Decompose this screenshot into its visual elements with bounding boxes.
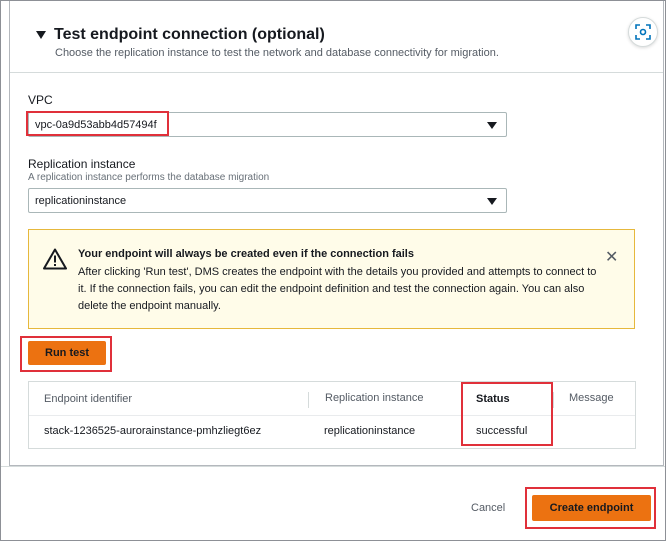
focus-icon bbox=[635, 24, 651, 40]
cell-endpoint-identifier: stack-1236525-aurorainstance-pmhzliegt6e… bbox=[44, 425, 262, 437]
footer-divider bbox=[1, 466, 665, 467]
section-subtitle: Choose the replication instance to test … bbox=[55, 47, 499, 59]
close-icon[interactable]: ✕ bbox=[605, 247, 618, 267]
header-replication-instance: Replication instance bbox=[308, 392, 423, 408]
vpc-label: VPC bbox=[28, 93, 53, 107]
replication-instance-description: A replication instance performs the data… bbox=[28, 172, 270, 183]
alert-body: After clicking 'Run test', DMS creates t… bbox=[78, 266, 597, 312]
dialog-frame: Test endpoint connection (optional) Choo… bbox=[0, 0, 666, 541]
section-title: Test endpoint connection (optional) bbox=[54, 26, 325, 43]
replication-instance-label: Replication instance bbox=[28, 157, 136, 171]
header-message: Message bbox=[553, 392, 614, 408]
replication-instance-select[interactable]: replicationinstance bbox=[28, 188, 507, 213]
run-test-highlight bbox=[20, 336, 112, 372]
create-endpoint-highlight bbox=[525, 487, 656, 529]
cancel-button[interactable]: Cancel bbox=[471, 502, 505, 514]
chevron-down-icon bbox=[487, 122, 497, 129]
alert-title: Your endpoint will always be created eve… bbox=[78, 248, 414, 260]
status-highlight bbox=[461, 382, 553, 446]
header-endpoint-identifier: Endpoint identifier bbox=[44, 393, 133, 405]
focus-button[interactable] bbox=[628, 17, 658, 47]
warning-icon bbox=[43, 248, 67, 270]
section-divider bbox=[10, 72, 663, 73]
cell-replication-instance: replicationinstance bbox=[324, 425, 416, 437]
warning-alert: Your endpoint will always be created eve… bbox=[28, 229, 635, 329]
chevron-down-icon bbox=[487, 198, 497, 205]
caret-down-icon[interactable] bbox=[36, 31, 46, 39]
replication-instance-value: replicationinstance bbox=[35, 194, 127, 207]
vpc-highlight bbox=[26, 111, 169, 136]
section-header[interactable]: Test endpoint connection (optional) bbox=[36, 26, 325, 44]
